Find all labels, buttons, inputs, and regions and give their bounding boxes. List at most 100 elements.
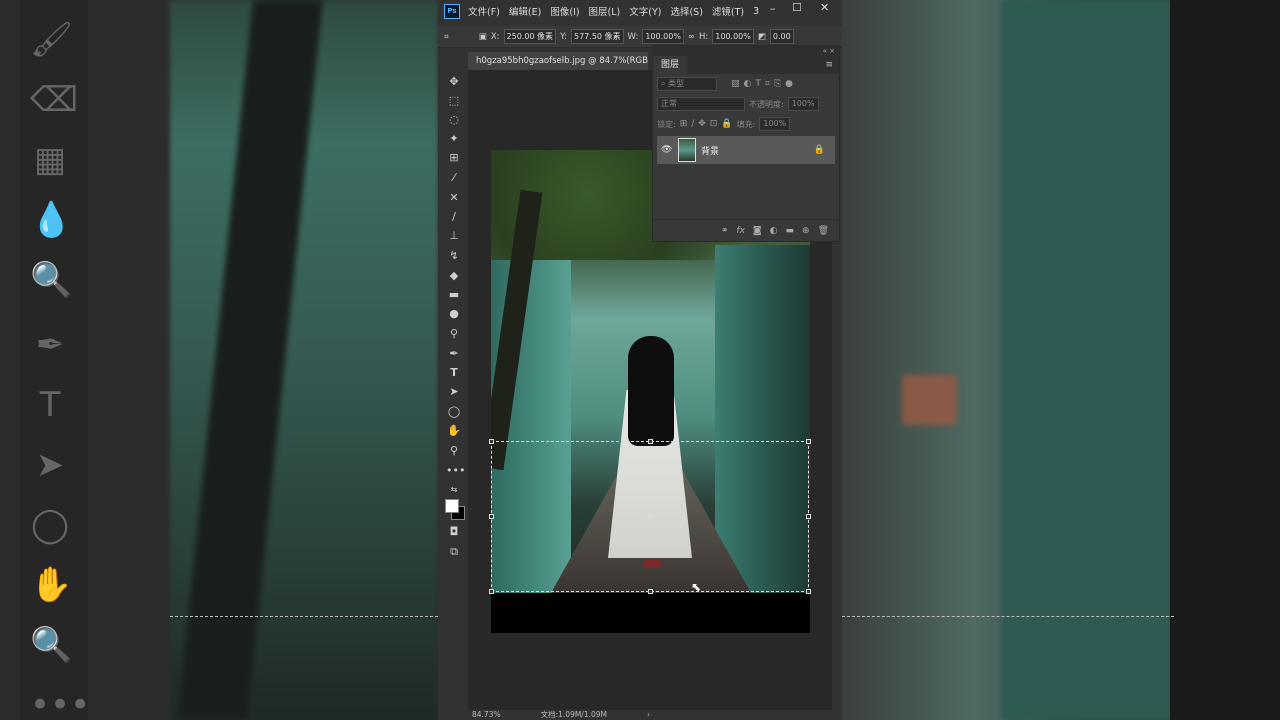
h-input[interactable]: 100.00%: [712, 29, 754, 44]
link-icon[interactable]: ⚭: [721, 226, 729, 236]
eraser-tool-icon[interactable]: ◆: [446, 268, 462, 284]
hand-icon: ✋: [30, 565, 73, 605]
opacity-input[interactable]: 100%: [787, 97, 819, 111]
handle-bottom-left[interactable]: [489, 589, 494, 594]
tools-panel: ✥ ⬚ ◌ ✦ ⊞ ⁄ ✕ ∕ ⊥ ↯ ◆ ▬ ● ⚲ ✒ T ➤ ◯ ✋ ⚲ …: [440, 70, 467, 580]
photo-hair: [628, 336, 674, 446]
minimize-button[interactable]: –: [770, 2, 776, 15]
more-icon: •••: [30, 685, 91, 720]
handle-middle-right[interactable]: [806, 514, 811, 519]
lock-pixels-icon[interactable]: ∕: [691, 119, 694, 129]
shape-filter-icon[interactable]: ⌗: [765, 79, 770, 89]
smart-filter-icon[interactable]: ⎘: [774, 79, 781, 89]
close-button[interactable]: ✕: [820, 1, 829, 14]
menu-bar: Ps 文件(F) 编辑(E) 图像(I) 图层(L) 文字(Y) 选择(S) 滤…: [438, 0, 842, 22]
menu-3d[interactable]: 3: [753, 6, 759, 17]
lock-transparent-icon[interactable]: ⊞: [680, 119, 688, 129]
status-bar: 84.73% 文档:1.09M/1.09M ›: [468, 710, 836, 720]
gradient-tool-icon[interactable]: ▬: [446, 287, 462, 303]
healing-brush-icon[interactable]: ✕: [446, 190, 462, 206]
type-filter-icon[interactable]: T: [755, 79, 761, 89]
more-tools-icon[interactable]: •••: [446, 463, 465, 479]
lock-position-icon[interactable]: ✥: [698, 119, 706, 129]
angle-icon: ◩: [757, 31, 766, 42]
x-input[interactable]: 250.00 像素: [503, 29, 557, 44]
type-tool-icon[interactable]: T: [446, 365, 462, 381]
hand-tool-icon[interactable]: ✋: [446, 423, 462, 439]
status-arrow-icon[interactable]: ›: [647, 710, 650, 720]
adjustment-icon[interactable]: ◐: [770, 226, 778, 236]
brush-icon: 🖌: [30, 20, 74, 60]
transform-center-icon[interactable]: ✛: [646, 511, 655, 524]
eye-icon[interactable]: 👁: [661, 145, 673, 155]
fill-input[interactable]: 100%: [759, 117, 791, 131]
fx-icon[interactable]: fx: [736, 226, 745, 236]
dodge-tool-icon[interactable]: ⚲: [446, 326, 462, 342]
transform-tool-icon[interactable]: ⌗: [444, 32, 449, 42]
clone-stamp-icon[interactable]: ⊥: [446, 228, 462, 244]
fill-label: 填充:: [736, 119, 756, 129]
filter-toggle-icon[interactable]: ●: [785, 79, 793, 89]
zoom-tool-icon[interactable]: ⚲: [446, 443, 462, 459]
menu-select[interactable]: 选择(S): [670, 4, 702, 18]
new-layer-icon[interactable]: ⊕: [802, 226, 810, 236]
eyedropper-icon[interactable]: ⁄: [446, 170, 462, 186]
handle-middle-left[interactable]: [489, 514, 494, 519]
magic-wand-icon[interactable]: ✦: [446, 131, 462, 147]
document-tab[interactable]: h0gza95bh0gzaofselb.jpg @ 84.7%(RGB/8): [468, 52, 648, 70]
pixel-filter-icon[interactable]: ▨: [731, 79, 740, 89]
blend-mode-select[interactable]: 正常: [657, 97, 745, 111]
restore-button[interactable]: ☐: [792, 1, 802, 14]
path-selection-icon[interactable]: ➤: [446, 384, 462, 400]
menu-filter[interactable]: 滤镜(T): [712, 4, 744, 18]
history-brush-icon[interactable]: ↯: [446, 248, 462, 264]
tab-layers[interactable]: 图层: [653, 56, 688, 74]
handle-top-center[interactable]: [648, 439, 653, 444]
menu-edit[interactable]: 编辑(E): [509, 4, 541, 18]
layers-tabbar: 图层 ≡: [653, 56, 839, 74]
menu-image[interactable]: 图像(I): [550, 4, 579, 18]
dodge-icon: 🔍: [30, 260, 73, 300]
layer-row[interactable]: 👁 背景 🔒: [657, 136, 835, 164]
lock-all-icon[interactable]: 🔒: [721, 119, 732, 129]
handle-top-right[interactable]: [806, 439, 811, 444]
link-ratio-icon[interactable]: ∞: [688, 32, 695, 42]
handle-top-left[interactable]: [489, 439, 494, 444]
marquee-tool-icon[interactable]: ⬚: [446, 93, 462, 109]
crop-tool-icon[interactable]: ⊞: [446, 150, 462, 166]
ellipse-icon: ◯: [30, 505, 70, 545]
lock-artboard-icon[interactable]: ⊡: [710, 119, 718, 129]
foreground-color-swatch[interactable]: [445, 499, 459, 513]
kind-filter-label: 类型: [668, 79, 685, 88]
trash-icon[interactable]: 🗑: [818, 226, 829, 236]
menu-layer[interactable]: 图层(L): [589, 4, 621, 18]
mask-icon[interactable]: ◙: [753, 226, 762, 236]
path-select-icon: ➤: [35, 445, 65, 485]
screen-mode-icon[interactable]: ⧉: [446, 544, 462, 560]
menu-type[interactable]: 文字(Y): [629, 4, 661, 18]
quick-mask-icon[interactable]: ◘: [446, 524, 462, 540]
brush-tool-icon[interactable]: ∕: [446, 209, 462, 225]
pen-icon: ✒: [35, 325, 65, 365]
blurred-selection-right: [842, 616, 1174, 617]
pen-tool-icon[interactable]: ✒: [446, 346, 462, 362]
y-input[interactable]: 577.50 像素: [571, 29, 624, 44]
lasso-tool-icon[interactable]: ◌: [446, 112, 462, 128]
blur-tool-icon[interactable]: ●: [446, 306, 462, 322]
zoom-level[interactable]: 84.73%: [472, 710, 501, 720]
kind-filter-select[interactable]: ⌕ 类型: [657, 77, 717, 91]
handle-bottom-center[interactable]: [648, 589, 653, 594]
ellipse-tool-icon[interactable]: ◯: [446, 404, 462, 420]
panel-menu-icon[interactable]: ≡: [825, 60, 833, 70]
w-input[interactable]: 100.00%: [642, 29, 684, 44]
adjust-filter-icon[interactable]: ◐: [744, 79, 752, 89]
panel-collapse-icon[interactable]: « ×: [653, 46, 839, 56]
folder-icon[interactable]: ▬: [786, 226, 795, 236]
lock-row: 锁定: ⊞ ∕ ✥ ⊡ 🔒 填充: 100%: [653, 114, 839, 134]
move-tool-icon[interactable]: ✥: [446, 74, 462, 90]
swap-colors-icon[interactable]: ⇆: [446, 482, 462, 498]
menu-file[interactable]: 文件(F): [468, 4, 500, 18]
angle-input[interactable]: 0.00: [769, 29, 794, 44]
handle-bottom-right[interactable]: [806, 589, 811, 594]
reference-point-icon[interactable]: ▣: [479, 32, 487, 42]
